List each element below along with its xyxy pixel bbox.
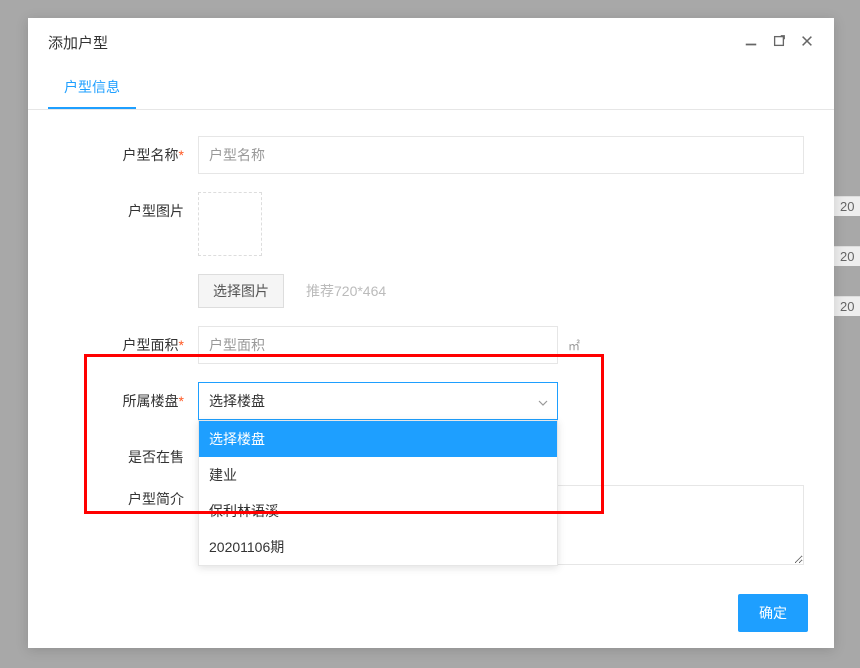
tab-unit-info[interactable]: 户型信息: [48, 67, 136, 109]
dropdown-option[interactable]: 20201106期: [199, 529, 557, 565]
modal-header: 添加户型: [28, 18, 834, 67]
label-building: 所属楼盘*: [58, 382, 198, 411]
minimize-icon[interactable]: [744, 34, 758, 51]
modal-footer: 确定: [738, 594, 808, 632]
add-unit-modal: 添加户型 户型信息 户型名称* 户型图片: [28, 18, 834, 648]
building-select[interactable]: 选择楼盘 选择楼盘 建业 保利林语溪 20201106期: [198, 382, 558, 420]
confirm-button[interactable]: 确定: [738, 594, 808, 632]
dropdown-option[interactable]: 选择楼盘: [199, 421, 557, 457]
label-intro: 户型简介: [58, 485, 198, 509]
label-name: 户型名称*: [58, 136, 198, 165]
name-input[interactable]: [198, 136, 804, 174]
image-hint: 推荐720*464: [306, 281, 386, 301]
dropdown-option[interactable]: 保利林语溪: [199, 493, 557, 529]
label-image: 户型图片: [58, 192, 198, 221]
label-onsale: 是否在售: [58, 438, 198, 467]
bg-row-fragment: 20: [832, 296, 860, 316]
row-image-btn: 选择图片 推荐720*464: [58, 274, 804, 308]
building-selected-value: 选择楼盘: [209, 391, 265, 411]
row-area: 户型面积* ㎡: [58, 326, 804, 364]
form-body: 户型名称* 户型图片 选择图片 推荐720*464 户型面积*: [28, 110, 834, 606]
row-building: 所属楼盘* 选择楼盘 选择楼盘 建业 保利林语溪 20201106期: [58, 382, 804, 420]
tabs: 户型信息: [28, 67, 834, 110]
row-image: 户型图片: [58, 192, 804, 256]
label-area: 户型面积*: [58, 326, 198, 355]
modal-controls: [744, 34, 814, 51]
building-dropdown: 选择楼盘 建业 保利林语溪 20201106期: [198, 420, 558, 566]
area-unit: ㎡: [568, 337, 580, 354]
bg-row-fragment: 20: [832, 246, 860, 266]
bg-row-fragment: 20: [832, 196, 860, 216]
select-image-button[interactable]: 选择图片: [198, 274, 284, 308]
close-icon[interactable]: [800, 34, 814, 51]
modal-title: 添加户型: [48, 32, 108, 53]
image-upload-placeholder[interactable]: [198, 192, 262, 256]
row-name: 户型名称*: [58, 136, 804, 174]
dropdown-option[interactable]: 建业: [199, 457, 557, 493]
area-input[interactable]: [198, 326, 558, 364]
maximize-icon[interactable]: [772, 34, 786, 51]
chevron-down-icon: [538, 393, 548, 409]
